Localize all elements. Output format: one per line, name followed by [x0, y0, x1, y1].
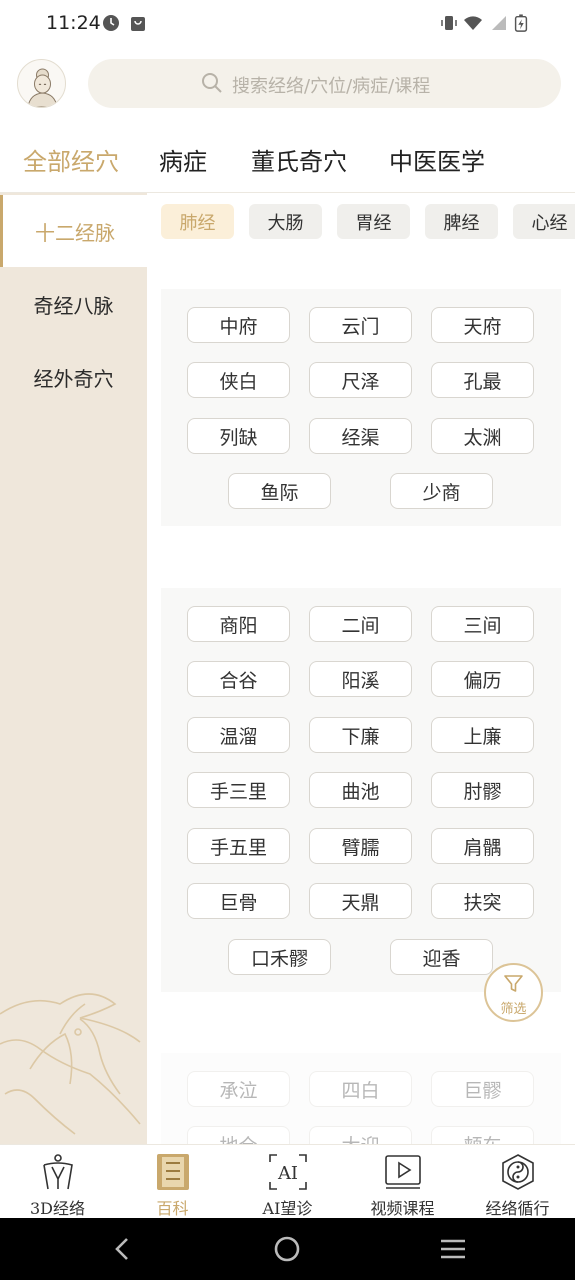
acupoint-button[interactable]: 列缺: [187, 418, 290, 454]
acupoint-button[interactable]: 偏历: [431, 661, 534, 697]
meridian-chips: 肺经 大肠 胃经 脾经 心经: [147, 193, 575, 251]
wifi-icon: [464, 16, 482, 30]
acupoint-button[interactable]: 手三里: [187, 772, 290, 808]
filter-label: 筛选: [500, 1002, 527, 1017]
acupoint-button[interactable]: 迎香: [390, 939, 493, 975]
nav-encyclopedia[interactable]: 百科: [115, 1145, 230, 1219]
nav-video-course[interactable]: 视频课程: [345, 1145, 460, 1219]
stomach-points-group: 承泣 四白 巨髎 地仓 大迎 颊车: [161, 1053, 561, 1144]
acupoint-button[interactable]: 手五里: [187, 828, 290, 864]
acupoint-button[interactable]: 天鼎: [309, 883, 412, 919]
acupoint-button[interactable]: 少商: [390, 473, 493, 509]
system-nav-bar: [0, 1218, 575, 1280]
acupoint-button[interactable]: 巨髎: [431, 1071, 534, 1107]
search-placeholder: 搜索经络/穴位/病症/课程: [232, 76, 431, 97]
lung-points-group: 中府 云门 天府 侠白 尺泽 孔最 列缺 经渠 太渊 鱼际 少商: [161, 289, 561, 526]
acupoint-button[interactable]: 阳溪: [309, 661, 412, 697]
battery-icon: [514, 14, 528, 32]
acupoint-button[interactable]: 颊车: [431, 1126, 534, 1144]
acupoint-button[interactable]: 侠白: [187, 362, 290, 398]
yin-yang-icon: [502, 1154, 534, 1190]
video-icon: [385, 1155, 421, 1189]
bag-icon: [131, 17, 145, 31]
nav-3d-meridian[interactable]: 3D经络: [0, 1145, 115, 1219]
nav-label: 百科: [156, 1199, 189, 1218]
tab-diseases[interactable]: 病症: [159, 142, 207, 177]
tab-tcm[interactable]: 中医医学: [389, 142, 485, 177]
acupoint-button[interactable]: 曲池: [309, 772, 412, 808]
hand-illustration: [0, 993, 141, 1135]
acupoint-button[interactable]: 商阳: [187, 606, 290, 642]
acupoint-button[interactable]: 合谷: [187, 661, 290, 697]
acupoint-button[interactable]: 二间: [309, 606, 412, 642]
clock-icon: [103, 15, 119, 31]
acupoint-button[interactable]: 鱼际: [228, 473, 331, 509]
ai-scan-icon: AI: [269, 1154, 307, 1190]
acupoint-button[interactable]: 臂臑: [309, 828, 412, 864]
chip-stomach[interactable]: 胃经: [337, 204, 410, 239]
recents-icon[interactable]: [440, 1238, 466, 1260]
chip-lung[interactable]: 肺经: [161, 204, 234, 239]
acupoint-button[interactable]: 中府: [187, 307, 290, 343]
funnel-icon: [504, 975, 523, 992]
nav-meridian-flow[interactable]: 经络循行: [460, 1145, 575, 1219]
sidebar-item-twelve-meridians[interactable]: 十二经脉: [0, 195, 147, 267]
acupoint-button[interactable]: 孔最: [431, 362, 534, 398]
search-icon: [202, 73, 222, 93]
nav-label: AI望诊: [262, 1199, 313, 1218]
body-meridian-icon: [43, 1154, 73, 1190]
tab-all-points[interactable]: 全部经穴: [23, 142, 119, 177]
acupoint-button[interactable]: 云门: [309, 307, 412, 343]
svg-text:AI: AI: [277, 1163, 298, 1184]
vibrate-icon: [441, 16, 457, 30]
nav-label: 经络循行: [485, 1199, 550, 1218]
sidebar: 十二经脉 奇经八脉 经外奇穴: [0, 193, 147, 1144]
acupoint-button[interactable]: 天府: [431, 307, 534, 343]
avatar[interactable]: [17, 59, 66, 108]
acupoint-button[interactable]: 尺泽: [309, 362, 412, 398]
acupoint-button[interactable]: 肘髎: [431, 772, 534, 808]
nav-label: 视频课程: [370, 1199, 435, 1218]
status-bar: 11:24: [0, 0, 575, 48]
back-icon[interactable]: [112, 1237, 132, 1261]
chip-large-intestine[interactable]: 大肠: [249, 204, 322, 239]
acupoint-button[interactable]: 巨骨: [187, 883, 290, 919]
nav-ai-diagnosis[interactable]: AI AI望诊: [230, 1145, 345, 1219]
acupoint-button[interactable]: 四白: [309, 1071, 412, 1107]
acupoint-button[interactable]: 口禾髎: [228, 939, 331, 975]
signal-icon: [492, 16, 506, 30]
search-bar[interactable]: 搜索经络/穴位/病症/课程: [88, 59, 561, 108]
acupoint-button[interactable]: 地仓: [187, 1126, 290, 1144]
home-icon[interactable]: [274, 1236, 300, 1262]
chip-heart[interactable]: 心经: [513, 204, 575, 239]
acupoint-button[interactable]: 扶突: [431, 883, 534, 919]
large-intestine-points-group: 商阳 二间 三间 合谷 阳溪 偏历 温溜 下廉 上廉 手三里 曲池 肘髎 手五里…: [161, 588, 561, 992]
chip-spleen[interactable]: 脾经: [425, 204, 498, 239]
status-time: 11:24: [46, 12, 101, 34]
filter-button[interactable]: 筛选: [484, 963, 543, 1022]
bottom-nav: 3D经络 百科 AI AI望诊 视频课程 经络循行: [0, 1144, 575, 1218]
acupoint-button[interactable]: 太渊: [431, 418, 534, 454]
tab-dong-points[interactable]: 董氏奇穴: [251, 142, 347, 177]
acupoint-button[interactable]: 大迎: [309, 1126, 412, 1144]
book-icon: [157, 1154, 189, 1190]
acupoint-button[interactable]: 三间: [431, 606, 534, 642]
acupoint-button[interactable]: 下廉: [309, 717, 412, 753]
acupoint-button[interactable]: 承泣: [187, 1071, 290, 1107]
acupoint-button[interactable]: 上廉: [431, 717, 534, 753]
sidebar-item-eight-vessels[interactable]: 奇经八脉: [0, 268, 147, 340]
nav-label: 3D经络: [29, 1199, 85, 1218]
acupoint-button[interactable]: 经渠: [309, 418, 412, 454]
header: 搜索经络/穴位/病症/课程: [0, 48, 575, 122]
buddha-avatar-icon: [27, 68, 58, 107]
top-tabs: 全部经穴 病症 董氏奇穴 中医医学: [0, 122, 575, 193]
acupoint-button[interactable]: 肩髃: [431, 828, 534, 864]
sidebar-item-extra-points[interactable]: 经外奇穴: [0, 341, 147, 413]
acupoint-button[interactable]: 温溜: [187, 717, 290, 753]
